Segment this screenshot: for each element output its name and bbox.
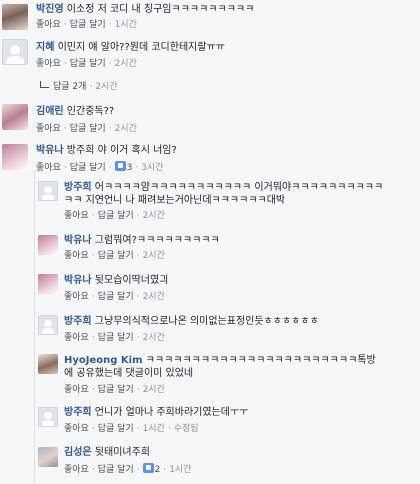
- avatar[interactable]: [2, 144, 28, 170]
- like-button[interactable]: 좋아요: [36, 59, 61, 69]
- avatar[interactable]: [2, 104, 28, 130]
- reply-text: 그냥무의식적으로나온 의미없는표정인듯ㅎㅎㅎㅎㅎㅎ: [94, 316, 319, 327]
- reply-author[interactable]: 김성은: [64, 447, 92, 458]
- avatar[interactable]: [38, 235, 58, 255]
- reply-text: 뒷모습이딱너였긔: [94, 275, 169, 286]
- reply-text: 어ㅋㅋㅋㅋ얌ㅋㅋㅋㅋㅋㅋㅋㅋㅋㅋㅋ 이거뭐야ㅋㅋㅋㅋㅋㅋㅋㅋㅋㅋ: [94, 182, 384, 193]
- timestamp[interactable]: 1시간: [169, 465, 191, 475]
- comment-text: 이소정 저 코디 내 칭구임ㅋㅋㅋㅋㅋㅋㅋㅋㅋ: [66, 4, 255, 15]
- like-button[interactable]: 좋아요: [64, 292, 89, 302]
- like-button[interactable]: 좋아요: [64, 333, 89, 343]
- timestamp[interactable]: 1시간: [115, 20, 137, 30]
- comment-thread: 박진영 이소정 저 코디 내 칭구임ㅋㅋㅋㅋㅋㅋㅋㅋㅋ 좋아요 · 답글 달기 · 1시…: [0, 0, 420, 484]
- like-button[interactable]: 좋아요: [64, 251, 89, 261]
- comment-author[interactable]: 박유나: [36, 145, 64, 156]
- like-button[interactable]: 좋아요: [36, 20, 61, 30]
- reply-text-cont: ㅋㅋ 지연언니 나 패려보는거아닌데ㅋㅋㅋㅋㅋㅋ대박: [64, 195, 286, 206]
- edited-label[interactable]: 수정됨: [174, 424, 199, 434]
- reply-author[interactable]: HyoJeong Kim: [64, 355, 143, 366]
- reply-button[interactable]: 답글 달기: [98, 385, 134, 395]
- comment-author[interactable]: 김애린: [36, 106, 64, 117]
- timestamp[interactable]: 2시간: [143, 211, 165, 221]
- comment-author[interactable]: 지혜: [36, 42, 54, 53]
- reply-text: ㅋㅋㅋㅋㅋㅋㅋㅋㅋㅋㅋㅋㅋㅋㅋㅋㅋㅋㅋㅋㅋㅋㅋ톡방: [145, 355, 376, 366]
- avatar[interactable]: [38, 181, 58, 201]
- avatar[interactable]: [38, 447, 58, 467]
- timestamp[interactable]: 2시간: [95, 82, 117, 92]
- timestamp[interactable]: 2시간: [143, 292, 165, 302]
- avatar[interactable]: [38, 315, 58, 335]
- reply-button[interactable]: 답글 달기: [98, 333, 134, 343]
- reply-author[interactable]: 방주희: [64, 407, 92, 418]
- like-button[interactable]: 좋아요: [64, 211, 89, 221]
- timestamp[interactable]: 2시간: [143, 251, 165, 261]
- reply-button[interactable]: 답글 달기: [98, 465, 134, 475]
- reply-text: 뒷태미녀주희: [94, 447, 150, 458]
- like-button[interactable]: 좋아요: [64, 385, 89, 395]
- reply-text-cont: 에 공유했는데 댓글이미 있었네: [64, 368, 194, 379]
- view-replies-link[interactable]: 답글 2개: [53, 82, 86, 92]
- like-icon: [142, 463, 154, 473]
- timestamp[interactable]: 1시간: [143, 424, 165, 434]
- reply-author[interactable]: 박유나: [64, 235, 92, 246]
- reply-button[interactable]: 답글 달기: [98, 211, 134, 221]
- reply-arrow-icon: [40, 81, 49, 88]
- reply-button[interactable]: 답글 달기: [70, 20, 106, 30]
- comment-author[interactable]: 박진영: [36, 4, 64, 15]
- reply-button[interactable]: 답글 달기: [98, 424, 134, 434]
- reply-author[interactable]: 방주희: [64, 182, 92, 193]
- comment-text: 이민지 얘 알아??뭔데 코디한테지랄ㅠㅠ: [57, 42, 225, 53]
- avatar[interactable]: [2, 4, 28, 30]
- avatar[interactable]: [2, 39, 28, 65]
- like-button[interactable]: 좋아요: [36, 124, 61, 134]
- timestamp[interactable]: 2시간: [115, 124, 137, 134]
- reply-button[interactable]: 답글 달기: [98, 292, 134, 302]
- reply-text: 언니가 얼마나 주희바라기였는데ㅜㅜ: [94, 407, 249, 418]
- view-replies[interactable]: 답글 2개 · 2시간: [40, 81, 118, 93]
- avatar[interactable]: [38, 354, 58, 374]
- reply-text: 그럼뭐여?ㅋㅋㅋㅋㅋㅋㅋㅋㅋ: [94, 235, 220, 246]
- timestamp[interactable]: 2시간: [143, 333, 165, 343]
- avatar[interactable]: [38, 274, 58, 294]
- reply-button[interactable]: 답글 달기: [70, 59, 106, 69]
- like-count[interactable]: 2: [155, 465, 161, 475]
- like-button[interactable]: 좋아요: [64, 424, 89, 434]
- avatar[interactable]: [38, 407, 58, 427]
- reply-button[interactable]: 답글 달기: [98, 251, 134, 261]
- like-button[interactable]: 좋아요: [64, 465, 89, 475]
- timestamp[interactable]: 2시간: [143, 385, 165, 395]
- reply-button[interactable]: 답글 달기: [70, 124, 106, 134]
- timestamp[interactable]: 2시간: [115, 59, 137, 69]
- reply-author[interactable]: 박유나: [64, 275, 92, 286]
- comment-text: 방주희 야 이거 혹시 너임?: [66, 145, 177, 156]
- comment-text: 인간중독??: [66, 106, 115, 117]
- reply-author[interactable]: 방주희: [64, 316, 92, 327]
